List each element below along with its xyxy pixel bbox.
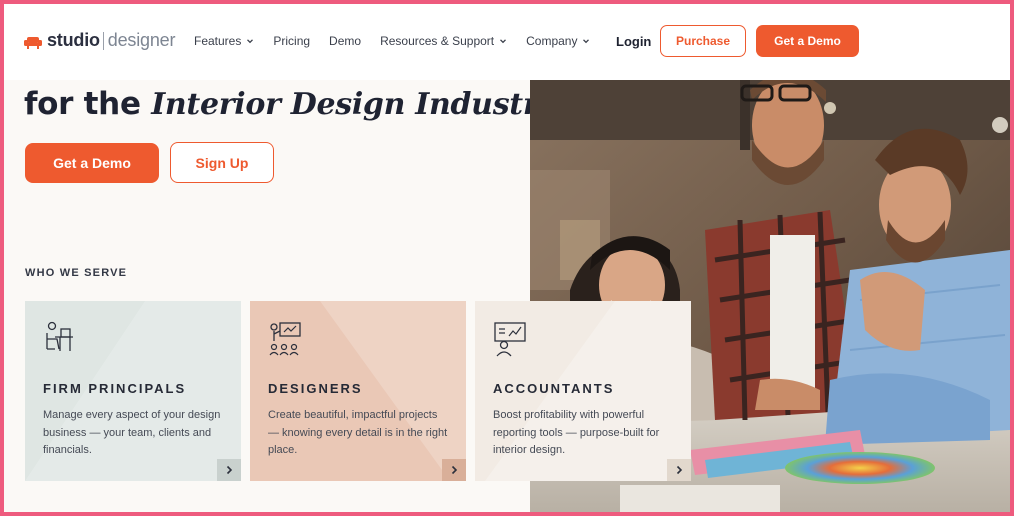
nav-item-label: Company [526,34,578,48]
card-arrow-button[interactable] [442,459,466,481]
sign-up-button[interactable]: Sign Up [170,142,274,183]
hero-title: for the Interior Design Industry [24,86,556,122]
chevron-right-icon [226,465,233,475]
purchase-button[interactable]: Purchase [660,25,746,57]
presentation-icon [269,322,301,356]
card-firm-principals[interactable]: FIRM PRINCIPALS Manage every aspect of y… [25,301,241,481]
card-title: ACCOUNTANTS [493,381,615,396]
nav-item-label: Features [194,34,242,48]
logo-divider [102,31,104,50]
card-title: DESIGNERS [268,381,363,396]
card-description: Manage every aspect of your design busin… [43,409,221,456]
sofa-icon [24,34,42,49]
logo-wordmark-studio: studio [47,30,100,50]
nav-item-resources-support[interactable]: Resources & Support [380,34,507,48]
logo-wordmark-designer: designer [107,30,176,50]
chevron-right-icon [676,465,683,475]
nav-item-label: Resources & Support [380,34,495,48]
card-title: FIRM PRINCIPALS [43,381,187,396]
hero-title-plain: for the [24,86,141,122]
card-accountants[interactable]: ACCOUNTANTS Boost profitability with pow… [475,301,691,481]
nav-item-label: Pricing [273,34,311,48]
analytics-board-icon [494,322,526,357]
nav-item-company[interactable]: Company [526,34,590,48]
card-arrow-button[interactable] [217,459,241,481]
get-demo-nav-button[interactable]: Get a Demo [756,25,859,57]
main-nav: Features Pricing Demo Resources & Suppor… [194,34,609,48]
site-header: studio designer Features Pricing Demo Re… [4,4,1010,80]
card-description: Create beautiful, impactful projects — k… [268,409,448,456]
chevron-down-icon [247,39,254,44]
who-we-serve-heading: WHO WE SERVE [25,267,128,279]
login-link[interactable]: Login [616,34,651,49]
chevron-down-icon [500,39,507,44]
hero-title-italic: Interior Design Industry [151,87,556,122]
chevron-right-icon [451,465,458,475]
nav-item-demo[interactable]: Demo [329,34,361,48]
logo[interactable]: studio designer [24,30,175,51]
desk-person-icon [46,321,73,351]
get-demo-hero-button[interactable]: Get a Demo [25,143,159,183]
card-arrow-button[interactable] [667,459,691,481]
nav-item-pricing[interactable]: Pricing [273,34,310,48]
nav-item-features[interactable]: Features [194,34,254,48]
card-designers[interactable]: DESIGNERS Create beautiful, impactful pr… [250,301,466,481]
chevron-down-icon [583,39,590,44]
card-description: Boost profitability with powerful report… [493,409,660,456]
nav-item-label: Demo [329,34,362,48]
